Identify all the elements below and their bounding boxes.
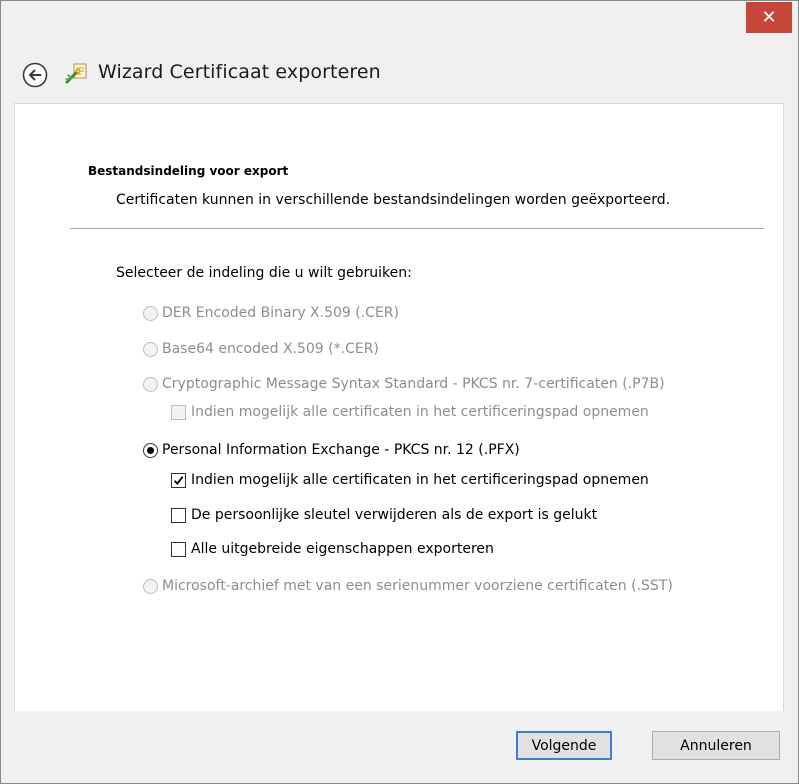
wizard-content-panel: Bestandsindeling voor export Certificate… (14, 103, 784, 713)
checkbox-pfx-include-all-label: Indien mogelijk alle certificaten in het… (191, 472, 649, 488)
radio-der-option[interactable]: DER Encoded Binary X.509 (.CER) (143, 305, 399, 321)
next-button[interactable]: Volgende (516, 731, 612, 760)
radio-pkcs7-label: Cryptographic Message Syntax Standard - … (162, 376, 665, 392)
radio-button[interactable] (143, 376, 158, 392)
checkbox-pfx-export-props[interactable]: Alle uitgebreide eigenschappen exportere… (171, 541, 494, 557)
back-arrow-icon[interactable] (22, 62, 48, 88)
section-description: Certificaten kunnen in verschillende bes… (116, 192, 671, 208)
radio-pfx-label: Personal Information Exchange - PKCS nr.… (162, 442, 520, 458)
checkbox-pfx-delete-key-label: De persoonlijke sleutel verwijderen als … (191, 507, 598, 523)
radio-der-label: DER Encoded Binary X.509 (.CER) (162, 305, 399, 321)
checkbox-pkcs7-include-all[interactable]: Indien mogelijk alle certificaten in het… (171, 404, 649, 420)
header-divider (70, 228, 764, 229)
export-wizard-window: ✕ Wizard Certificaat exporteren Bestands… (0, 0, 799, 784)
checkmark-icon (173, 475, 184, 485)
wizard-title: Wizard Certificaat exporteren (98, 61, 381, 83)
radio-base64-option[interactable]: Base64 encoded X.509 (*.CER) (143, 341, 379, 357)
checkbox[interactable] (171, 404, 186, 420)
wizard-header: Wizard Certificaat exporteren (1, 41, 798, 103)
radio-pkcs7-option[interactable]: Cryptographic Message Syntax Standard - … (143, 376, 665, 392)
cancel-button[interactable]: Annuleren (652, 731, 780, 760)
radio-button[interactable] (143, 578, 158, 594)
radio-base64-label: Base64 encoded X.509 (*.CER) (162, 341, 379, 357)
checkbox[interactable] (171, 541, 186, 557)
checkbox-pkcs7-include-all-label: Indien mogelijk alle certificaten in het… (191, 404, 649, 420)
close-button[interactable]: ✕ (746, 2, 792, 33)
checkbox-checked[interactable] (171, 472, 186, 488)
radio-sst-label: Microsoft-archief met van een serienumme… (162, 578, 673, 594)
radio-pfx-option[interactable]: Personal Information Exchange - PKCS nr.… (143, 442, 520, 458)
checkbox-pfx-include-all[interactable]: Indien mogelijk alle certificaten in het… (171, 472, 649, 488)
close-icon: ✕ (761, 7, 777, 28)
checkbox-pfx-delete-key[interactable]: De persoonlijke sleutel verwijderen als … (171, 507, 597, 523)
certificate-wizard-icon (65, 63, 87, 84)
radio-sst-option[interactable]: Microsoft-archief met van een serienumme… (143, 578, 673, 594)
radio-button[interactable] (143, 305, 158, 321)
radio-button-selected[interactable] (143, 442, 158, 458)
title-bar: ✕ (1, 1, 798, 41)
radio-button[interactable] (143, 341, 158, 357)
section-title: Bestandsindeling voor export (88, 164, 289, 178)
radio-selected-dot (147, 446, 154, 454)
checkbox[interactable] (171, 507, 186, 523)
wizard-footer: Volgende Annuleren (1, 711, 798, 783)
format-select-label: Selecteer de indeling die u wilt gebruik… (116, 265, 412, 281)
checkbox-pfx-export-props-label: Alle uitgebreide eigenschappen exportere… (191, 541, 494, 557)
